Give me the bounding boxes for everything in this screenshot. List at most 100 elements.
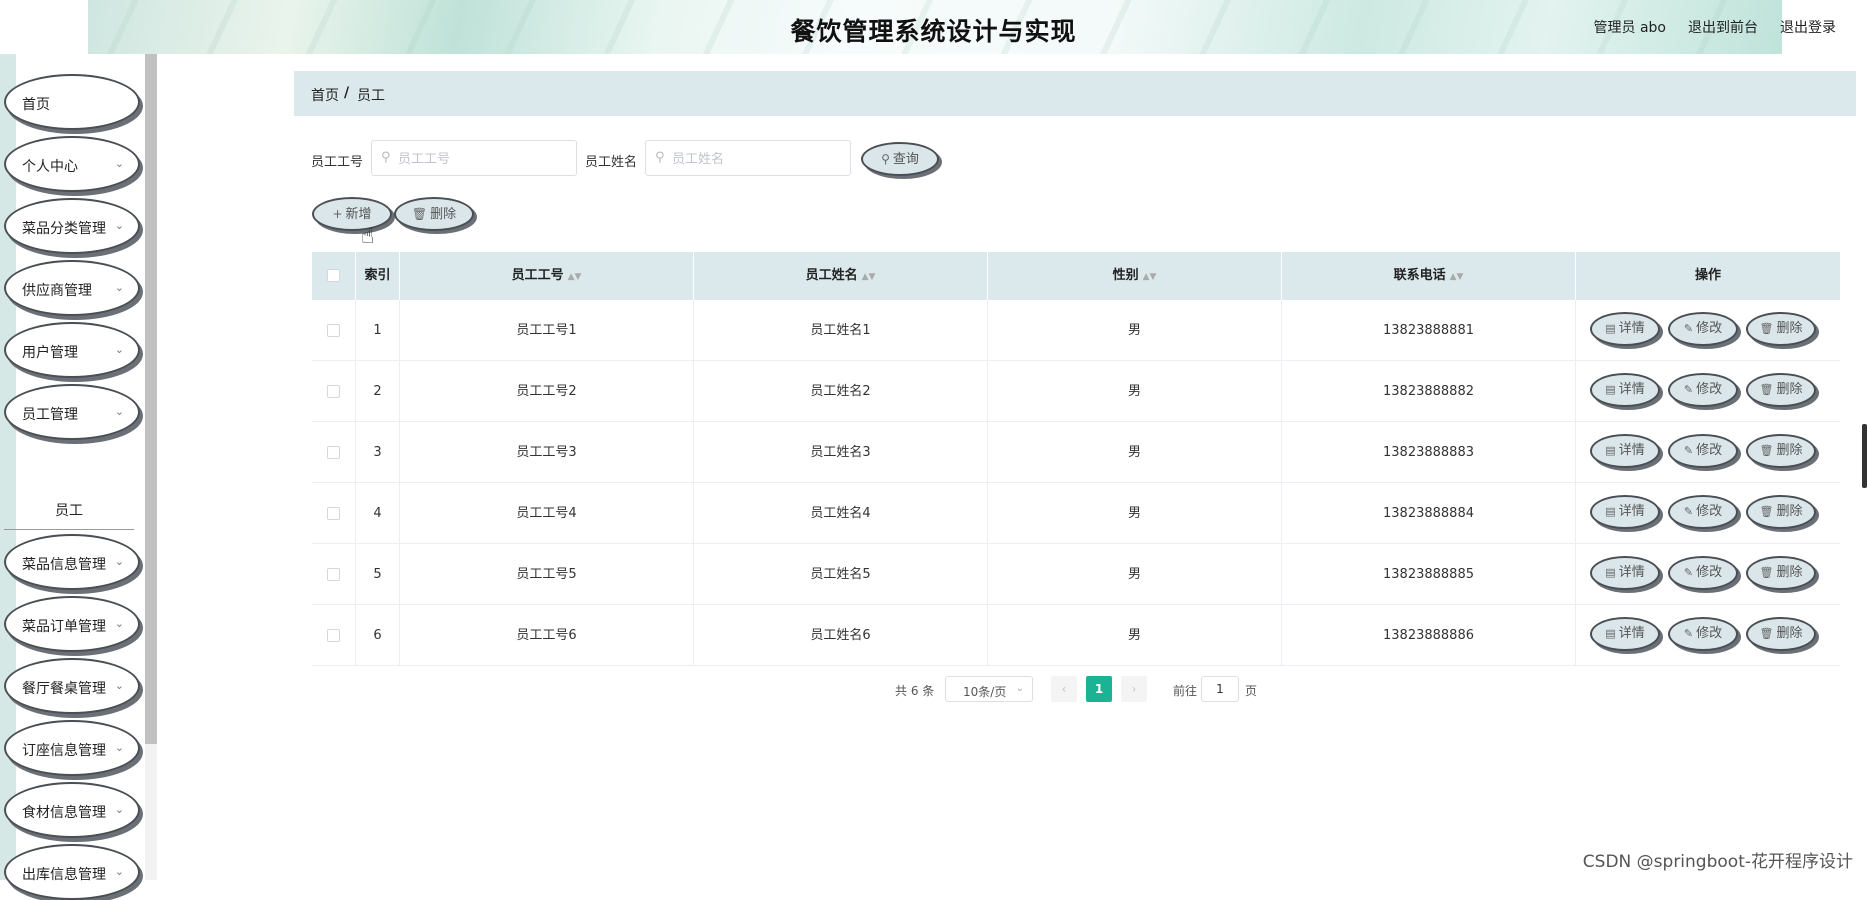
cell-phone: 13823888886 — [1282, 605, 1576, 666]
sidebar-item[interactable]: 订座信息管理⌄ — [4, 720, 140, 776]
chevron-down-icon: ⌄ — [115, 405, 124, 418]
cell-phone: 13823888884 — [1282, 483, 1576, 544]
sidebar-item[interactable]: 菜品订单管理⌄ — [4, 596, 140, 652]
cell-gender: 男 — [988, 300, 1282, 361]
chevron-down-icon: ⌄ — [115, 555, 124, 568]
goto-page-input[interactable]: 1 — [1201, 676, 1239, 702]
sidebar-item[interactable]: 食材信息管理⌄ — [4, 782, 140, 838]
query-button[interactable]: ⚲查询 — [861, 142, 939, 176]
detail-button[interactable]: ▤详情 — [1590, 556, 1660, 590]
sidebar-scrollbar-thumb[interactable] — [145, 54, 157, 744]
page-size-select[interactable]: 10条/页 ⌄ — [945, 676, 1033, 702]
delete-button[interactable]: 🗑删除 — [1746, 556, 1816, 590]
sidebar-item-label: 菜品信息管理 — [22, 554, 106, 574]
table-row: 2员工工号2员工姓名2男13823888882▤详情✎修改🗑删除 — [312, 361, 1840, 422]
prev-page-button[interactable]: ‹ — [1051, 676, 1077, 702]
detail-button[interactable]: ▤详情 — [1590, 434, 1660, 468]
goto-label: 前往 — [1173, 682, 1197, 699]
cell-emp-no: 员工工号5 — [400, 544, 694, 605]
sort-icon[interactable]: ▲▼ — [1143, 272, 1157, 282]
sort-icon[interactable]: ▲▼ — [1450, 272, 1464, 282]
sidebar-item[interactable]: 员工管理 ⌄ — [4, 384, 140, 440]
select-all-checkbox[interactable] — [327, 269, 340, 282]
detail-button[interactable]: ▤详情 — [1590, 617, 1660, 651]
trash-icon: 🗑 — [1760, 322, 1774, 335]
cell-emp-no: 员工工号2 — [400, 361, 694, 422]
sidebar-item[interactable]: 用户管理⌄ — [4, 322, 140, 378]
back-to-front-link[interactable]: 退出到前台 — [1688, 17, 1758, 37]
sidebar-item[interactable]: 首页 — [4, 74, 140, 130]
cell-phone: 13823888881 — [1282, 300, 1576, 361]
batch-delete-button[interactable]: 🗑删除 — [394, 197, 474, 231]
detail-button-label: 详情 — [1619, 565, 1645, 580]
row-checkbox[interactable] — [327, 568, 340, 581]
col-header-emp-name[interactable]: 员工姓名▲▼ — [694, 252, 988, 300]
breadcrumb-home[interactable]: 首页 — [311, 85, 339, 105]
next-page-button[interactable]: › — [1121, 676, 1147, 702]
pencil-icon: ✎ — [1684, 627, 1693, 640]
top-header: 餐饮管理系统设计与实现 管理员 abo 退出到前台 退出登录 — [0, 0, 1867, 54]
emp-no-field[interactable]: ⚲ — [371, 140, 577, 176]
edit-button-label: 修改 — [1696, 321, 1722, 336]
chevron-down-icon: ⌄ — [115, 281, 124, 294]
sidebar-item[interactable]: 餐厅餐桌管理⌄ — [4, 658, 140, 714]
add-button[interactable]: +新增 — [312, 197, 392, 231]
delete-button[interactable]: 🗑删除 — [1746, 617, 1816, 651]
current-user[interactable]: 管理员 abo — [1594, 17, 1666, 37]
emp-name-field[interactable]: ⚲ — [645, 140, 851, 176]
sidebar-item[interactable]: 菜品信息管理 ⌄ — [4, 534, 140, 590]
edit-button[interactable]: ✎修改 — [1668, 617, 1738, 651]
col-header-ops-label: 操作 — [1695, 268, 1721, 283]
page-number-current[interactable]: 1 — [1086, 676, 1112, 702]
detail-button[interactable]: ▤详情 — [1590, 312, 1660, 346]
delete-button[interactable]: 🗑删除 — [1746, 495, 1816, 529]
edit-button[interactable]: ✎修改 — [1668, 373, 1738, 407]
row-checkbox[interactable] — [327, 446, 340, 459]
row-checkbox[interactable] — [327, 629, 340, 642]
detail-button[interactable]: ▤详情 — [1590, 373, 1660, 407]
delete-button[interactable]: 🗑删除 — [1746, 312, 1816, 346]
sidebar: 首页个人中心⌄ 菜品分类管理⌄ 供应商管理⌄ 用户管理⌄ 员工管理 ⌄ 菜品信息管理 ⌄ 菜品订… — [0, 54, 160, 880]
cell-emp-name: 员工姓名1 — [694, 300, 988, 361]
row-checkbox[interactable] — [327, 324, 340, 337]
sort-icon[interactable]: ▲▼ — [862, 272, 876, 282]
cell-gender: 男 — [988, 605, 1282, 666]
emp-name-input[interactable] — [672, 147, 842, 171]
detail-button-label: 详情 — [1619, 382, 1645, 397]
row-checkbox[interactable] — [327, 507, 340, 520]
col-header-phone[interactable]: 联系电话 ▲▼ — [1282, 252, 1576, 300]
row-checkbox[interactable] — [327, 385, 340, 398]
cell-index: 3 — [356, 422, 400, 483]
cell-emp-no: 员工工号1 — [400, 300, 694, 361]
delete-button[interactable]: 🗑删除 — [1746, 434, 1816, 468]
detail-button[interactable]: ▤详情 — [1590, 495, 1660, 529]
batch-delete-button-label: 删除 — [430, 207, 456, 222]
edit-button[interactable]: ✎修改 — [1668, 556, 1738, 590]
detail-button-label: 详情 — [1619, 321, 1645, 336]
sort-icon[interactable]: ▲▼ — [568, 272, 582, 282]
sidebar-item-label: 员工管理 — [22, 404, 78, 424]
document-icon: ▤ — [1605, 444, 1615, 457]
cell-index: 6 — [356, 605, 400, 666]
emp-no-input[interactable] — [398, 147, 568, 171]
sidebar-item[interactable]: 个人中心⌄ — [4, 136, 140, 192]
cell-index: 5 — [356, 544, 400, 605]
sidebar-item[interactable]: 菜品分类管理⌄ — [4, 198, 140, 254]
table-header: 索引 员工工号▲▼ 员工姓名▲▼ 性别▲▼ 联系电话 ▲▼ 操作 — [312, 252, 1840, 300]
page-scrollbar-thumb[interactable] — [1862, 424, 1867, 488]
sidebar-subitem-employee[interactable]: 员工 — [4, 492, 134, 530]
edit-button[interactable]: ✎修改 — [1668, 495, 1738, 529]
cell-index: 1 — [356, 300, 400, 361]
col-header-emp-no[interactable]: 员工工号▲▼ — [400, 252, 694, 300]
col-header-index-label: 索引 — [364, 268, 390, 283]
trash-icon: 🗑 — [1760, 627, 1774, 640]
edit-button[interactable]: ✎修改 — [1668, 312, 1738, 346]
sidebar-item[interactable]: 供应商管理⌄ — [4, 260, 140, 316]
col-header-gender[interactable]: 性别▲▼ — [988, 252, 1282, 300]
trash-icon: 🗑 — [1760, 566, 1774, 579]
sidebar-item[interactable]: 出库信息管理⌄ — [4, 844, 140, 900]
delete-button[interactable]: 🗑删除 — [1746, 373, 1816, 407]
edit-button[interactable]: ✎修改 — [1668, 434, 1738, 468]
logout-link[interactable]: 退出登录 — [1780, 17, 1836, 37]
col-header-phone-label: 联系电话 — [1394, 268, 1446, 283]
